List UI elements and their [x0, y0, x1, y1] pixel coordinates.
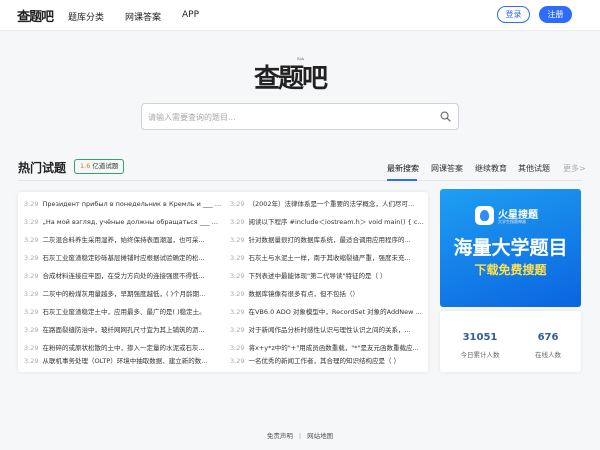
- list-item[interactable]: 3.29 在粉碎的或原状松散的土中，掺入一定量的水泥或石灰...: [24, 343, 222, 354]
- app-logo-icon: [475, 206, 494, 225]
- list-item[interactable]: 3.29 „На мой взгляд, учёные должны обраща…: [24, 217, 222, 228]
- stat-today-value: 31051: [462, 332, 498, 343]
- footer-link-sitemap[interactable]: 网站地图: [307, 432, 333, 440]
- footer: 免责声明 | 网站地图: [0, 430, 600, 440]
- top-header: 查题吧 题库分类 网课答案 APP 登录 注册: [0, 0, 600, 31]
- list-item[interactable]: 3.29 将x+y*z中的"+"用成员函数重载，"*"是友元函数重载应...: [230, 343, 425, 354]
- brand-logo-tiny: S/A: [297, 56, 304, 61]
- badge-text: 亿道试题: [92, 162, 119, 170]
- brand-logo: 查题吧 S/A: [254, 56, 349, 94]
- nav-item-question-bank[interactable]: 题库分类: [68, 10, 104, 23]
- nav-item-course-answers[interactable]: 网课答案: [125, 10, 161, 23]
- login-button[interactable]: 登录: [497, 6, 530, 23]
- tab-latest-search[interactable]: 最新搜索: [387, 163, 419, 174]
- section-title: 热门试题: [18, 161, 67, 175]
- list-item[interactable]: 3.29 在VB6.0 ADO 对象模型中，RecordSet 对象的AddNew…: [230, 307, 425, 318]
- list-item[interactable]: 3.29 下列表述中最能体现"第二代导读"特征的是（ ）: [230, 271, 425, 282]
- list-item[interactable]: 3.29 Президент прибыл в понедельник в Кре…: [24, 199, 222, 210]
- question-list-panel: 3.29 Президент прибыл в понедельник в Кре…: [18, 192, 428, 372]
- tab-continuing-education[interactable]: 继续教育: [475, 163, 507, 174]
- search-icon[interactable]: [440, 111, 451, 122]
- list-item[interactable]: 3.29 二灰中的粉煤灰用量越多，早期强度越低，( )个月龄期...: [24, 289, 222, 300]
- list-item[interactable]: 3.29 对于新闻作品分析时感性认识与理性认识之间的关系，...: [230, 325, 425, 336]
- search-box: [141, 103, 459, 130]
- promo-title: 海量大学题目: [453, 237, 568, 259]
- list-item[interactable]: 3.29 石灰工业废渣稳定砂砾基层摊铺时应根据试验确定的松...: [24, 253, 222, 264]
- list-item[interactable]: 3.29 数据库镜像有很多有点，但不包括（）: [230, 289, 425, 300]
- list-item[interactable]: 3.29 合成材料连接应牢固，在受力方向处的连接强度不得低...: [24, 271, 222, 282]
- site-logo[interactable]: 查题吧: [17, 6, 54, 25]
- stat-today-label: 今日累计人数: [460, 351, 500, 359]
- brand-logo-text: 查题吧: [254, 64, 328, 94]
- promo-subtitle: 下载免费搜题: [474, 263, 547, 277]
- footer-separator: |: [298, 432, 302, 440]
- list-item[interactable]: 3.29 阅读以下程序 #include＜iostream.h＞ void mai…: [230, 217, 425, 228]
- question-count-badge: 1.6 亿道试题: [74, 159, 125, 174]
- list-item[interactable]: 3.29 石灰工业废渣稳定土中，应用最多、最广的是( )稳定土。: [24, 307, 222, 318]
- active-tab-indicator: [387, 179, 417, 181]
- promo-brand-sub: 大学生搜题神器: [498, 219, 526, 224]
- list-item[interactable]: 3.29 从联机事务处理（OLTP）环境中抽取数据、建立新的数...: [24, 356, 222, 367]
- footer-link-disclaimer[interactable]: 免责声明: [267, 432, 293, 440]
- nav-item-app[interactable]: APP: [182, 10, 199, 20]
- list-item[interactable]: 3.29 针对数据量很打的数据库系统，最适合调用应用程序的...: [230, 235, 425, 246]
- tab-course-answers[interactable]: 网课答案: [431, 163, 463, 174]
- app-promo-banner[interactable]: 火星搜题 大学生搜题神器 海量大学题目 下载免费搜题: [440, 189, 581, 307]
- stat-online-value: 676: [537, 332, 559, 343]
- list-item[interactable]: 3.29 一名优秀的新闻工作者，其合理的知识结构应是（ ）: [230, 356, 425, 367]
- list-item[interactable]: 3.29 （2002年）法律体系是一个重要的法学概念，人们尽可...: [230, 199, 425, 210]
- badge-count: 1.6: [80, 162, 91, 170]
- stat-online-label: 在线人数: [535, 351, 561, 359]
- register-button[interactable]: 注册: [539, 6, 572, 23]
- list-item[interactable]: 3.29 石灰土与水泥土一样，南于其收缩裂缝严重，强度未充...: [230, 253, 425, 264]
- list-item[interactable]: 3.29 在路面裂缝防治中，玻纤网网孔尺寸宜为其上铺筑的沥...: [24, 325, 222, 336]
- list-item[interactable]: 3.29 二灰混合料养生采用湿养，始终保持表面潮湿，也可采...: [24, 235, 222, 246]
- more-link[interactable]: 更多>: [563, 163, 586, 174]
- section-divider: [18, 180, 582, 181]
- search-input[interactable]: [148, 108, 428, 126]
- visitor-stats: 31051 今日累计人数 676 在线人数: [440, 311, 581, 372]
- tab-other-questions[interactable]: 其他试题: [518, 163, 550, 174]
